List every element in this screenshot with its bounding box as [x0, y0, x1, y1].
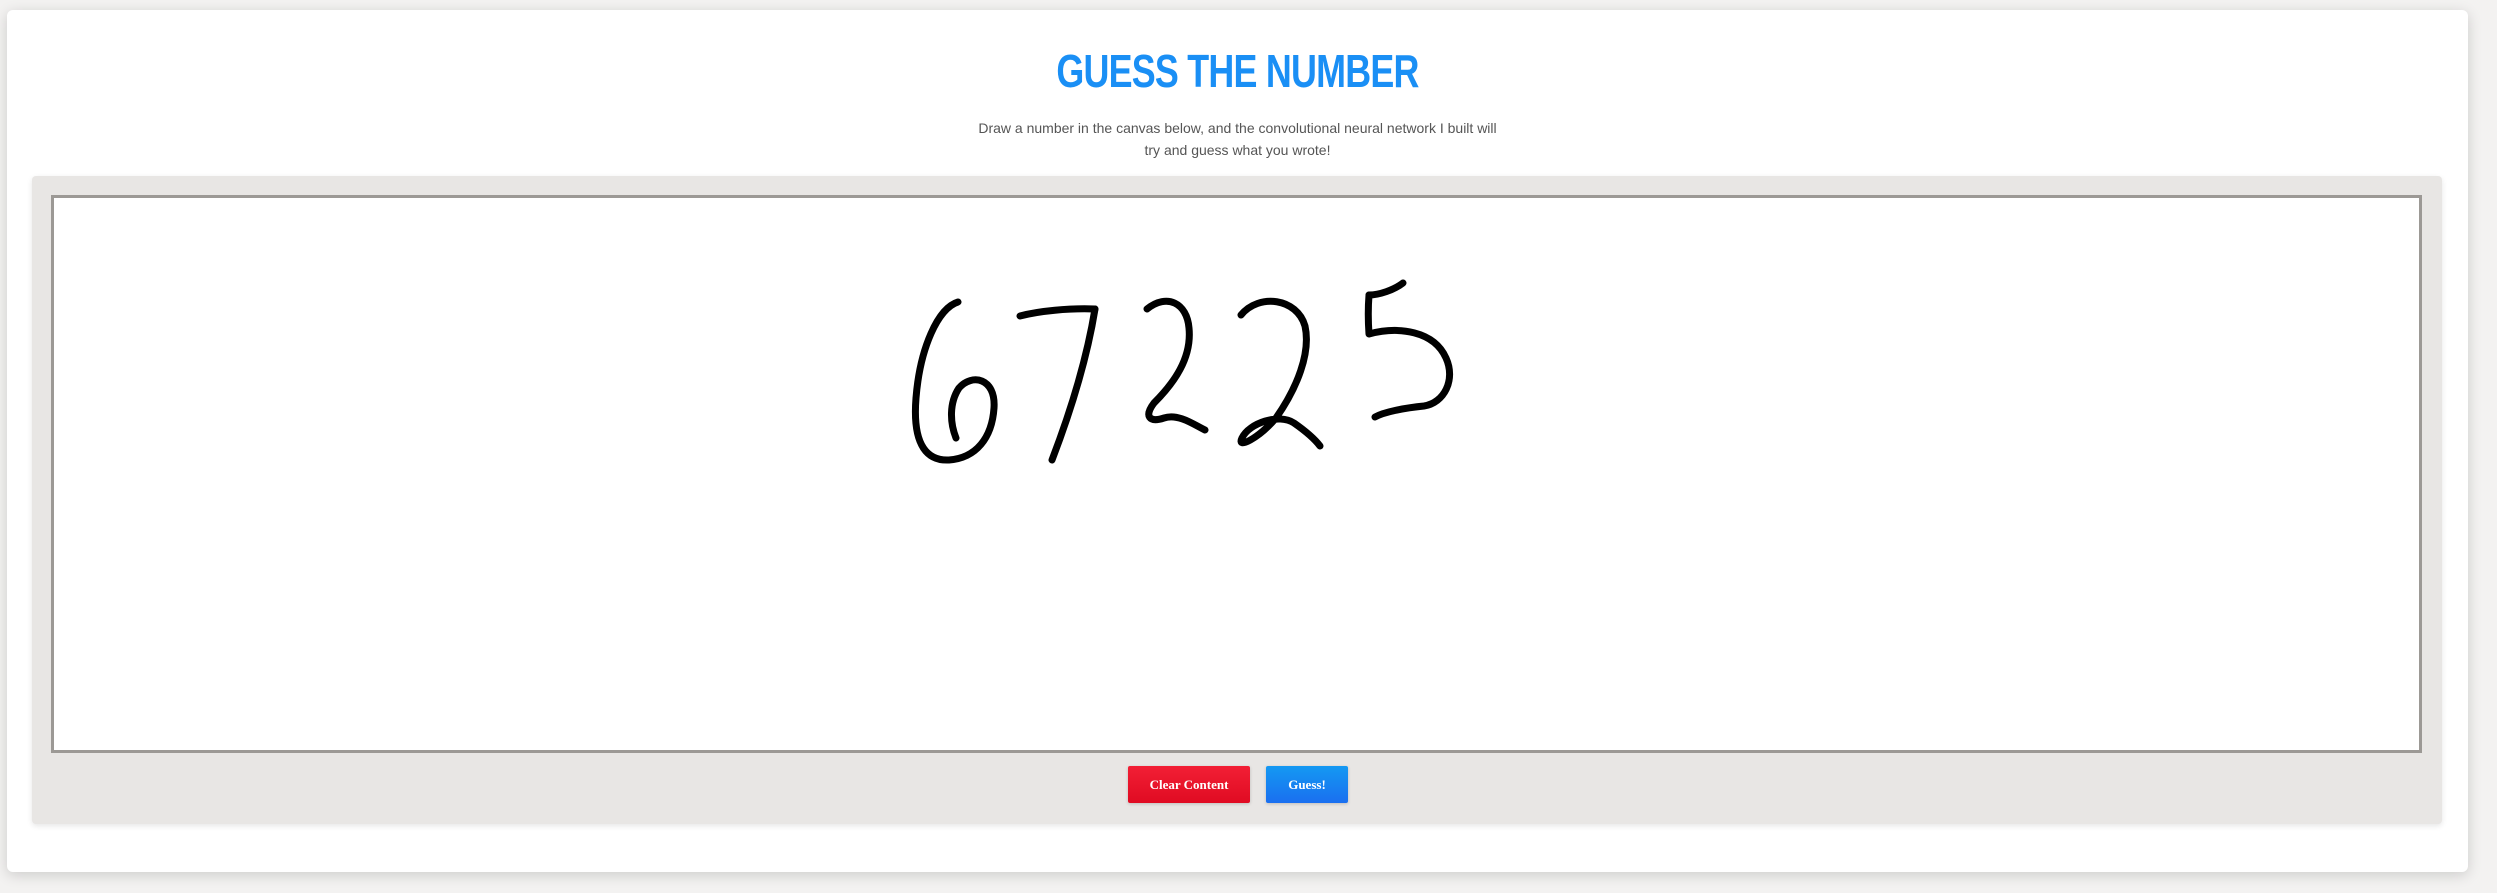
page-description: Draw a number in the canvas below, and t…: [7, 117, 2468, 161]
guess-button[interactable]: Guess!: [1266, 766, 1348, 803]
description-line-1: Draw a number in the canvas below, and t…: [978, 120, 1497, 136]
drawing-canvas[interactable]: [51, 195, 2422, 753]
stroke-digit-2-second: [1237, 297, 1324, 450]
stroke-digit-5-body: [1364, 291, 1454, 421]
main-card: GUESS THE NUMBER Draw a number in the ca…: [7, 10, 2468, 872]
stroke-digit-5-top: [1365, 279, 1407, 299]
drawing-panel: Clear Content Guess!: [32, 176, 2442, 824]
handwritten-strokes: [911, 279, 1454, 464]
stroke-digit-7-stem: [1048, 305, 1099, 464]
stroke-digit-7-top: [1016, 305, 1099, 320]
page-title: GUESS THE NUMBER: [1056, 45, 1419, 97]
clear-content-button[interactable]: Clear Content: [1128, 766, 1250, 803]
stroke-digit-6: [911, 298, 998, 464]
stroke-digit-2-first: [1143, 297, 1209, 434]
description-line-2: try and guess what you wrote!: [1144, 142, 1331, 158]
